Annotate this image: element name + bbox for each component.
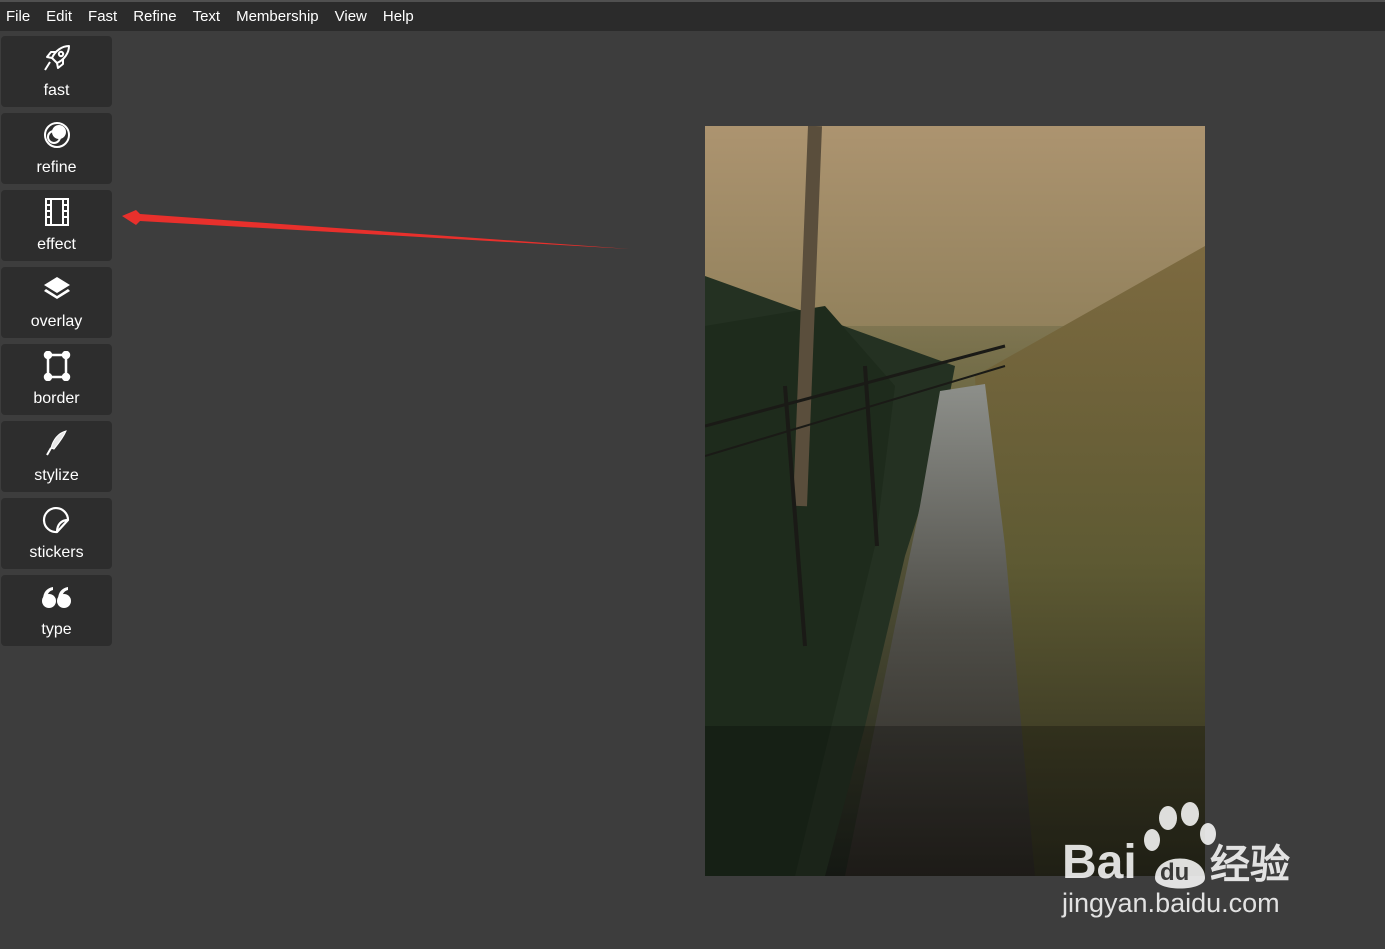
svg-text:jingyan.baidu.com: jingyan.baidu.com: [1061, 888, 1280, 918]
svg-text:经验: 经验: [1210, 842, 1290, 888]
svg-text:du: du: [1160, 859, 1189, 886]
svg-text:Bai: Bai: [1062, 836, 1137, 889]
baidu-jingyan-watermark: Bai du 经验 jingyan.baidu.com: [1061, 802, 1290, 918]
photo-canvas[interactable]: [705, 126, 1205, 876]
forest-path-photo: [705, 126, 1205, 876]
